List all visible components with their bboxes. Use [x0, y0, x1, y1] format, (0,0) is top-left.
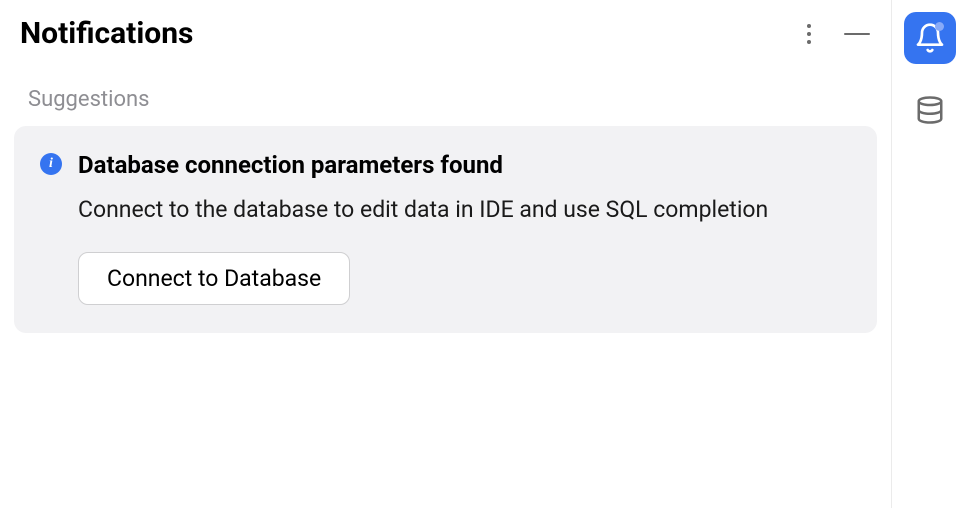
minimize-icon — [844, 33, 870, 35]
card-header: i Database connection parameters found C… — [40, 150, 851, 305]
notification-title: Database connection parameters found — [78, 150, 851, 180]
notifications-sidebar-button[interactable] — [904, 12, 956, 64]
card-content: Database connection parameters found Con… — [78, 150, 851, 305]
header-actions — [795, 20, 871, 48]
panel-header: Notifications — [0, 0, 891, 59]
section-label: Suggestions — [0, 59, 891, 126]
right-sidebar — [892, 0, 968, 508]
notifications-panel: Notifications Suggestions i Database con… — [0, 0, 892, 508]
info-icon: i — [40, 153, 62, 175]
database-sidebar-button[interactable] — [904, 84, 956, 136]
database-icon — [915, 95, 945, 125]
connect-to-database-button[interactable]: Connect to Database — [78, 252, 350, 305]
notification-card: i Database connection parameters found C… — [14, 126, 877, 333]
panel-title: Notifications — [20, 16, 193, 51]
notification-indicator-dot — [935, 22, 944, 31]
more-vertical-icon — [807, 24, 811, 44]
minimize-button[interactable] — [843, 20, 871, 48]
more-options-button[interactable] — [795, 20, 823, 48]
notification-description: Connect to the database to edit data in … — [78, 192, 851, 228]
